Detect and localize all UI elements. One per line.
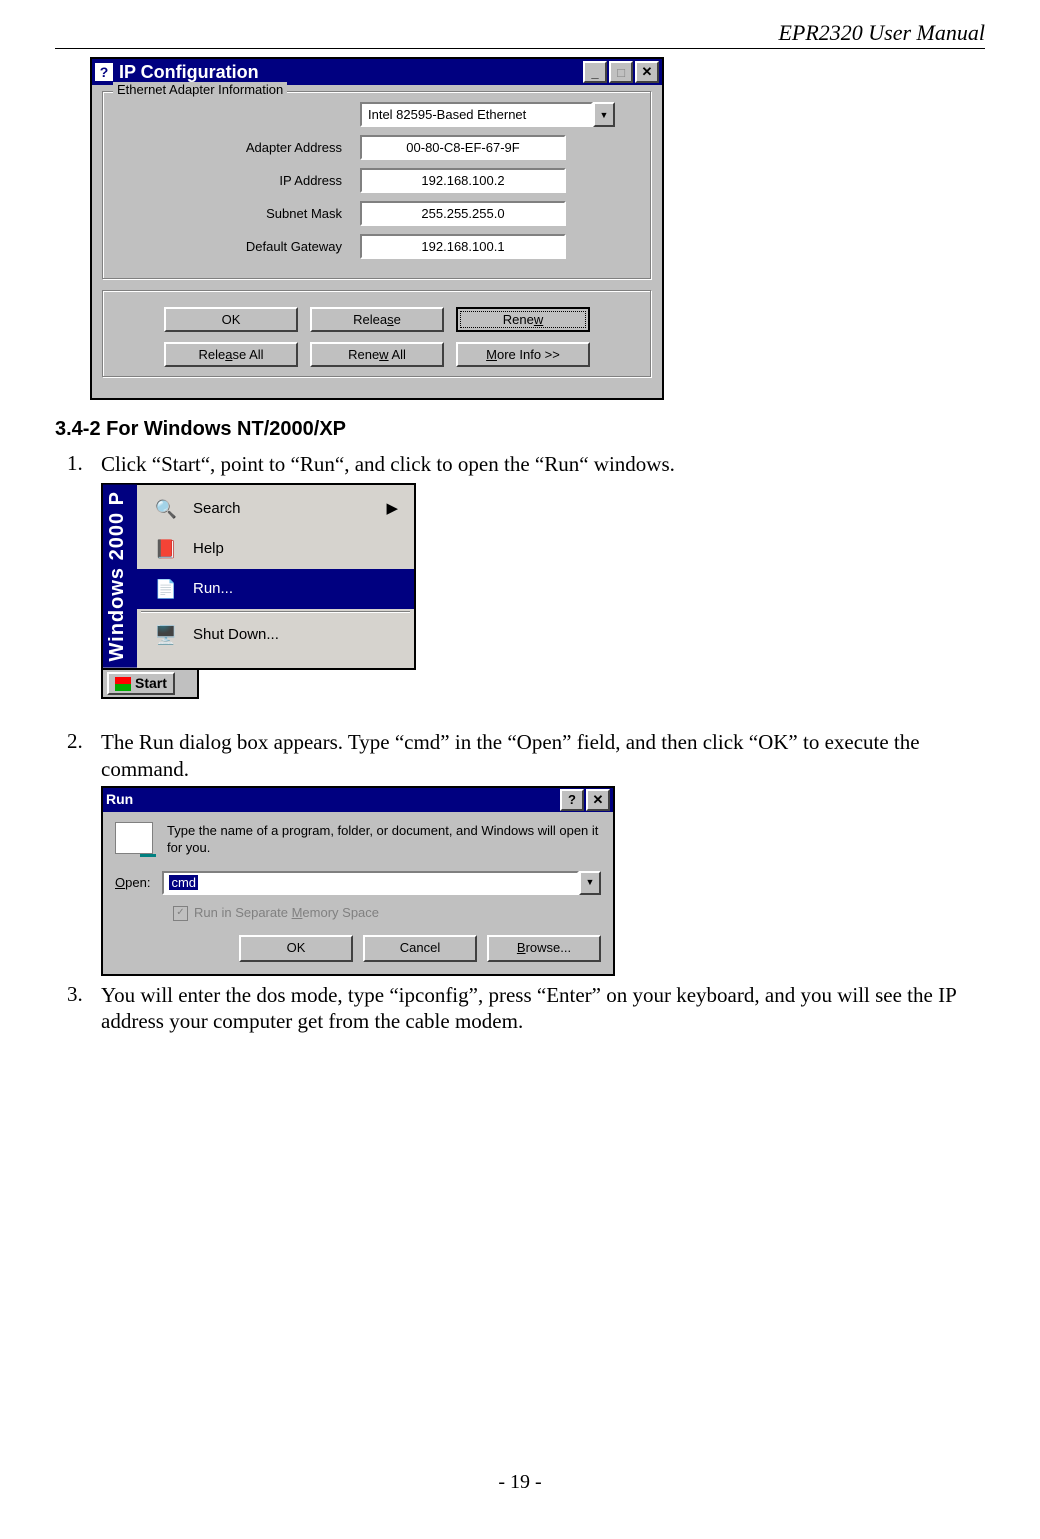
run-description: Type the name of a program, folder, or d…: [167, 822, 601, 857]
start-button-label: Start: [135, 675, 167, 693]
separate-memory-checkbox: ✓ Run in Separate Memory Space: [173, 905, 601, 921]
close-button[interactable]: ✕: [586, 789, 610, 811]
start-item-label: Help: [193, 540, 224, 559]
start-item-shutdown[interactable]: 🖥️ Shut Down...: [137, 615, 414, 655]
step-2-text: The Run dialog box appears. Type “cmd” i…: [101, 730, 920, 780]
step-number: 2.: [67, 729, 101, 975]
renew-all-button[interactable]: Renew All: [310, 342, 444, 367]
chevron-down-icon[interactable]: ▼: [579, 871, 601, 895]
header-rest: User Manual: [863, 20, 985, 45]
open-input[interactable]: cmd: [162, 871, 579, 895]
open-combo[interactable]: cmd ▼: [162, 871, 601, 895]
page-number: - 19 -: [0, 1471, 1040, 1494]
ethernet-groupbox: Ethernet Adapter Information Intel 82595…: [102, 91, 652, 280]
release-all-button[interactable]: Release All: [164, 342, 298, 367]
open-label: Open:: [115, 875, 150, 891]
run-icon: 📄: [153, 576, 179, 602]
run-app-icon: [115, 822, 153, 854]
step-3-text: You will enter the dos mode, type “ipcon…: [101, 983, 956, 1033]
minimize-button[interactable]: _: [583, 61, 607, 83]
renew-button[interactable]: Renew: [456, 307, 590, 332]
default-gateway-label: Default Gateway: [117, 239, 342, 254]
start-menu-figure: Windows 2000 P 🔍 Search ▶ 📕 Help 📄: [101, 483, 416, 699]
start-item-label: Search: [193, 500, 241, 519]
ethernet-group-label: Ethernet Adapter Information: [113, 82, 287, 97]
adapter-value: Intel 82595-Based Ethernet: [360, 102, 593, 127]
maximize-button: □: [609, 61, 633, 83]
ipconfig-title: IP Configuration: [119, 62, 259, 83]
adapter-address-label: Adapter Address: [117, 140, 342, 155]
adapter-address-value: 00-80-C8-EF-67-9F: [360, 135, 566, 160]
chevron-down-icon[interactable]: ▼: [593, 102, 615, 127]
step-number: 3.: [67, 982, 101, 1035]
menu-separator: [141, 611, 410, 613]
shutdown-icon: 🖥️: [153, 622, 179, 648]
subnet-mask-label: Subnet Mask: [117, 206, 342, 221]
help-icon: 📕: [153, 536, 179, 562]
ip-address-label: IP Address: [117, 173, 342, 188]
taskbar: Start: [101, 670, 199, 700]
chevron-right-icon: ▶: [386, 500, 398, 519]
ipconfig-dialog: ? IP Configuration _ □ ✕ Ethernet Adapte…: [90, 57, 664, 400]
ok-button[interactable]: OK: [164, 307, 298, 332]
checkbox-icon: ✓: [173, 906, 188, 921]
start-item-search[interactable]: 🔍 Search ▶: [137, 489, 414, 529]
page-header: EPR2320 User Manual: [55, 20, 985, 49]
more-info-button[interactable]: More Info >>: [456, 342, 590, 367]
run-dialog: Run ? ✕ Type the name of a program, fold…: [101, 786, 615, 976]
release-button[interactable]: Release: [310, 307, 444, 332]
windows-flag-icon: [115, 677, 131, 691]
start-button[interactable]: Start: [107, 672, 175, 696]
ipconfig-app-icon: ?: [95, 63, 113, 81]
subnet-mask-value: 255.255.255.0: [360, 201, 566, 226]
start-item-run[interactable]: 📄 Run...: [137, 569, 414, 609]
step-number: 1.: [67, 451, 101, 699]
run-titlebar[interactable]: Run ? ✕: [103, 788, 613, 812]
default-gateway-value: 192.168.100.1: [360, 234, 566, 259]
adapter-combo[interactable]: Intel 82595-Based Ethernet ▼: [360, 102, 615, 127]
ip-address-value: 192.168.100.2: [360, 168, 566, 193]
search-icon: 🔍: [153, 496, 179, 522]
header-model: EPR2320: [778, 20, 862, 45]
close-button[interactable]: ✕: [635, 61, 659, 83]
start-item-label: Shut Down...: [193, 626, 279, 645]
start-item-help[interactable]: 📕 Help: [137, 529, 414, 569]
run-title: Run: [106, 791, 133, 809]
help-button[interactable]: ?: [560, 789, 584, 811]
section-heading: 3.4-2 For Windows NT/2000/XP: [55, 418, 985, 441]
step-1-text: Click “Start“, point to “Run“, and click…: [101, 452, 675, 476]
run-ok-button[interactable]: OK: [239, 935, 353, 961]
run-cancel-button[interactable]: Cancel: [363, 935, 477, 961]
start-item-label: Run...: [193, 580, 233, 599]
run-browse-button[interactable]: Browse...: [487, 935, 601, 961]
windows-sidebar-label: Windows 2000 P: [103, 485, 137, 668]
